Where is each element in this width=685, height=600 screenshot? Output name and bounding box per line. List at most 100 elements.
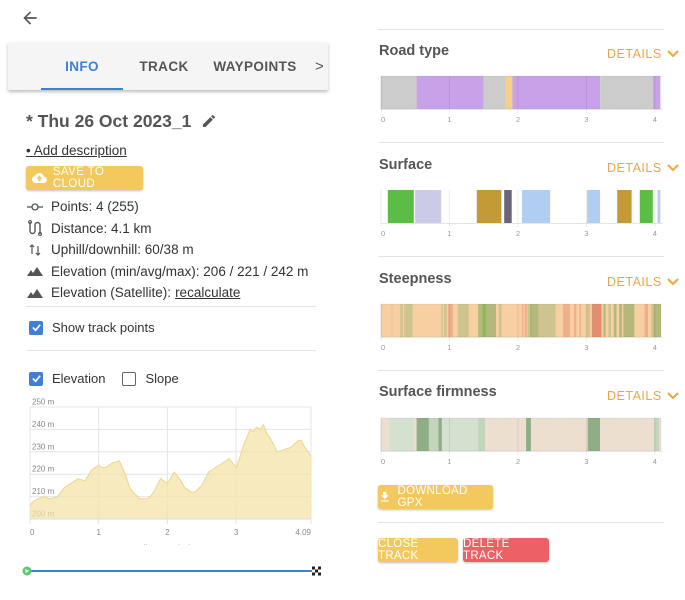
x-tick-label: 2	[516, 115, 520, 124]
details-label: DETAILS	[607, 47, 662, 61]
bar-segment	[527, 304, 531, 337]
bar-segment	[441, 304, 443, 337]
finish-flag-icon[interactable]	[312, 566, 321, 576]
bar-segment	[651, 304, 654, 337]
steepness-details-button[interactable]: DETAILS	[607, 275, 679, 289]
bar-segment	[389, 418, 414, 451]
y-tick-label: 240 m	[32, 420, 55, 429]
surface-firmness-title: Surface firmness	[379, 384, 497, 400]
bar-segment	[522, 190, 551, 223]
bar-segment	[644, 304, 648, 337]
chevron-right-icon[interactable]: >	[315, 58, 324, 75]
steepness-title: Steepness	[379, 271, 452, 287]
road-type-chart[interactable]: 0 1 2 3 4	[378, 74, 668, 128]
stat-points-text: Points: 4 (255)	[51, 199, 139, 215]
surface-firmness-chart[interactable]: 0 1 2 3 4	[378, 416, 668, 470]
x-tick-label: 2	[516, 343, 520, 352]
chevron-down-icon	[666, 392, 679, 400]
x-tick-label: 0	[381, 343, 385, 352]
bar-segment	[448, 304, 453, 337]
bar-segment	[428, 418, 439, 451]
elevation-label: Elevation	[52, 371, 106, 386]
track-title: * Thu 26 Oct 2023_1	[26, 110, 192, 131]
bar-segment	[619, 304, 622, 337]
steepness-chart[interactable]: 0 1 2 3 4	[378, 302, 668, 356]
x-tick-label: 1	[96, 528, 101, 537]
bar-segment	[478, 418, 485, 451]
mountain-icon	[26, 263, 44, 279]
road-type-details-button[interactable]: DETAILS	[607, 47, 679, 61]
stats-list: Points: 4 (255) Distance: 4.1 km Uphill/…	[26, 196, 320, 304]
x-tick-label: 1	[447, 115, 451, 124]
x-tick-label: 1	[447, 457, 451, 466]
bar-segment	[505, 76, 513, 109]
save-to-cloud-button[interactable]: SAVE TO CLOUD	[26, 166, 143, 190]
bar-background	[381, 304, 661, 337]
start-flag-icon[interactable]	[22, 566, 32, 576]
bar-segment	[586, 304, 590, 337]
slope-label: Slope	[145, 371, 179, 386]
show-track-points-checkbox[interactable]	[29, 320, 43, 335]
details-label: DETAILS	[607, 275, 662, 289]
mountain-icon	[26, 285, 44, 301]
divider	[378, 29, 664, 30]
elevation-checkbox[interactable]	[29, 371, 43, 386]
bar-segment	[587, 190, 601, 223]
bar-segment	[482, 304, 487, 337]
bar-segment	[613, 304, 617, 337]
bar-segment	[391, 304, 393, 337]
x-tick-label: 2	[516, 229, 520, 238]
stat-elevation-satellite-text: Elevation (Satellite):	[51, 285, 172, 301]
x-tick-label: 4	[653, 229, 657, 238]
bar-segment	[600, 76, 653, 109]
recalculate-link[interactable]: recalculate	[175, 285, 240, 300]
chevron-down-icon	[666, 50, 679, 58]
surface-details-button[interactable]: DETAILS	[607, 161, 679, 175]
x-tick-label: 3	[584, 115, 588, 124]
close-track-button[interactable]: CLOSE TRACK	[378, 538, 458, 562]
tab-bar: INFO TRACK WAYPOINTS >	[8, 42, 328, 90]
check-icon	[31, 375, 41, 383]
x-tick-label: 1	[447, 229, 451, 238]
back-button[interactable]	[20, 8, 44, 32]
bar-segment	[478, 304, 483, 337]
bar-segment	[522, 304, 524, 337]
stat-uphill-downhill-text: Uphill/downhill: 60/38 m	[51, 242, 194, 258]
bar-segment	[652, 76, 661, 109]
divider	[378, 370, 664, 371]
bar-segment	[530, 304, 532, 337]
bar-segment	[657, 190, 661, 223]
bar-segment	[524, 304, 527, 337]
bar-segment	[531, 304, 539, 337]
bar-segment	[381, 76, 417, 109]
tab-track[interactable]: TRACK	[123, 42, 205, 90]
tab-waypoints[interactable]: WAYPOINTS	[205, 42, 305, 90]
x-tick-label: 3	[584, 343, 588, 352]
tab-info[interactable]: INFO	[41, 42, 123, 90]
stat-distance: Distance: 4.1 km	[26, 218, 320, 240]
bar-segment	[639, 190, 653, 223]
bar-segment	[538, 304, 556, 337]
slope-checkbox[interactable]	[122, 371, 137, 386]
x-tick-label: 4	[653, 115, 657, 124]
delete-track-button[interactable]: DELETE TRACK	[463, 538, 549, 562]
download-gpx-label: DOWNLOAD GPX	[397, 485, 468, 509]
download-gpx-button[interactable]: DOWNLOAD GPX	[378, 485, 493, 509]
track-scrubber[interactable]	[22, 565, 322, 577]
elevation-chart[interactable]: 200 m210 m220 m230 m240 m250 m01234.09di…	[0, 395, 330, 545]
x-tick-label: 0	[381, 457, 385, 466]
surface-chart[interactable]: 0 1 2 3 4	[378, 188, 668, 242]
x-tick-label: 4.09	[295, 528, 311, 537]
bar-segment	[498, 304, 502, 337]
bar-segment	[591, 304, 602, 337]
pencil-icon[interactable]	[201, 113, 217, 129]
x-tick-label: 1	[447, 343, 451, 352]
track-title-row: * Thu 26 Oct 2023_1	[26, 110, 320, 132]
stat-elevation-text: Elevation (min/avg/max): 206 / 221 / 242…	[51, 263, 309, 279]
chevron-down-icon	[666, 278, 679, 286]
bar-segment	[526, 418, 531, 451]
add-description-link[interactable]: • Add description	[26, 143, 127, 158]
surface-title: Surface	[379, 157, 433, 173]
x-tick-label: 4	[653, 343, 657, 352]
surface-firmness-details-button[interactable]: DETAILS	[607, 389, 679, 403]
